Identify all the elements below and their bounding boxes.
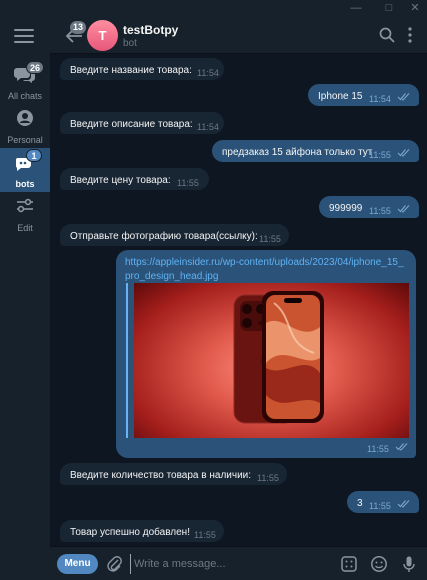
- folder-personal[interactable]: Personal: [0, 104, 50, 148]
- folder-unread-badge: 1: [26, 149, 42, 162]
- message-text: Отправьте фотографию товара(ссылку):: [70, 231, 258, 242]
- incoming-message[interactable]: Отправьте фотографию товара(ссылку): 11:…: [60, 224, 289, 246]
- hamburger-icon[interactable]: [14, 29, 34, 43]
- chat-title[interactable]: testBotpy: [123, 23, 178, 37]
- maximize-icon[interactable]: □: [377, 0, 401, 17]
- window-titlebar: — □ ✕: [0, 0, 427, 17]
- incoming-message[interactable]: Товар успешно добавлен! 11:55: [60, 520, 224, 542]
- close-icon[interactable]: ✕: [403, 0, 427, 17]
- folders-sidebar: 26 All chats Personal 1 bots Edit: [0, 17, 50, 580]
- folder-label: All chats: [7, 91, 42, 101]
- incoming-message[interactable]: Введите название товара: 11:54: [60, 58, 224, 80]
- message-time: 11:54: [197, 68, 219, 78]
- message-text: Введите цену товара:: [70, 175, 171, 186]
- message-time: 11:54: [369, 94, 391, 104]
- outgoing-link-message[interactable]: https://appleinsider.ru/wp-content/uploa…: [116, 250, 416, 458]
- message-time: 11:55: [369, 501, 391, 511]
- folder-label: Edit: [17, 223, 33, 233]
- outgoing-message[interactable]: 3 11:55: [347, 491, 419, 513]
- more-vertical-icon[interactable]: [401, 26, 419, 44]
- double-check-icon: [395, 443, 408, 451]
- message-time: 11:55: [177, 178, 199, 188]
- message-composer: Menu: [50, 546, 427, 580]
- microphone-icon[interactable]: [400, 555, 418, 573]
- avatar[interactable]: T: [87, 20, 118, 51]
- outgoing-message[interactable]: 999999 11:55: [319, 196, 419, 218]
- outgoing-message[interactable]: Iphone 15 11:54: [308, 84, 419, 106]
- message-text: предзаказ 15 айфона только тут: [222, 147, 373, 158]
- message-time: 11:55: [367, 444, 389, 454]
- message-list[interactable]: Введите название товара: 11:54 Iphone 15…: [50, 55, 427, 546]
- chat-header: 13 T testBotpy bot: [50, 17, 427, 54]
- message-time: 11:54: [197, 122, 219, 132]
- message-input[interactable]: [130, 554, 330, 574]
- chat-subtitle: bot: [123, 38, 137, 49]
- person-icon: [17, 110, 33, 126]
- message-text: Введите количество товара в наличии:: [70, 470, 252, 481]
- message-text: Товар успешно добавлен!: [70, 527, 190, 538]
- message-text: Iphone 15: [318, 91, 363, 102]
- iphone-product-photo: [233, 291, 324, 424]
- search-icon[interactable]: [378, 26, 396, 44]
- double-check-icon: [397, 500, 410, 508]
- incoming-message[interactable]: Введите количество товара в наличии: 11:…: [60, 463, 287, 485]
- link-preview[interactable]: [126, 283, 409, 438]
- incoming-message[interactable]: Введите цену товара: 11:55: [60, 168, 209, 190]
- double-check-icon: [397, 93, 410, 101]
- message-time: 11:55: [369, 206, 391, 216]
- message-time: 11:55: [369, 150, 391, 160]
- folder-bots[interactable]: 1 bots: [0, 148, 50, 192]
- minimize-icon[interactable]: —: [344, 0, 368, 17]
- bot-menu-button[interactable]: Menu: [57, 554, 98, 574]
- link-preview-image[interactable]: [134, 283, 409, 438]
- folder-label: Personal: [7, 135, 43, 145]
- paperclip-icon[interactable]: [107, 555, 123, 573]
- folder-edit[interactable]: Edit: [0, 192, 50, 236]
- folder-all-chats[interactable]: 26 All chats: [0, 60, 50, 104]
- bot-commands-icon[interactable]: [340, 555, 358, 573]
- message-text: Введите описание товара:: [70, 119, 193, 130]
- emoji-icon[interactable]: [370, 555, 388, 573]
- outgoing-message[interactable]: предзаказ 15 айфона только тут 11:55: [212, 140, 419, 162]
- message-time: 11:55: [194, 530, 216, 540]
- folder-unread-badge: 26: [26, 61, 45, 74]
- message-text: Введите название товара:: [70, 65, 192, 76]
- message-time: 11:55: [257, 473, 279, 483]
- message-text: 3: [357, 498, 363, 509]
- double-check-icon: [397, 149, 410, 157]
- folder-label: bots: [15, 179, 35, 189]
- double-check-icon: [397, 205, 410, 213]
- message-link[interactable]: https://appleinsider.ru/wp-content/uploa…: [125, 256, 405, 284]
- message-time: 11:55: [259, 234, 281, 244]
- message-text: 999999: [329, 203, 363, 214]
- unread-count-badge: 13: [70, 21, 87, 34]
- incoming-message[interactable]: Введите описание товара: 11:54: [60, 112, 224, 134]
- sliders-icon: [17, 198, 33, 213]
